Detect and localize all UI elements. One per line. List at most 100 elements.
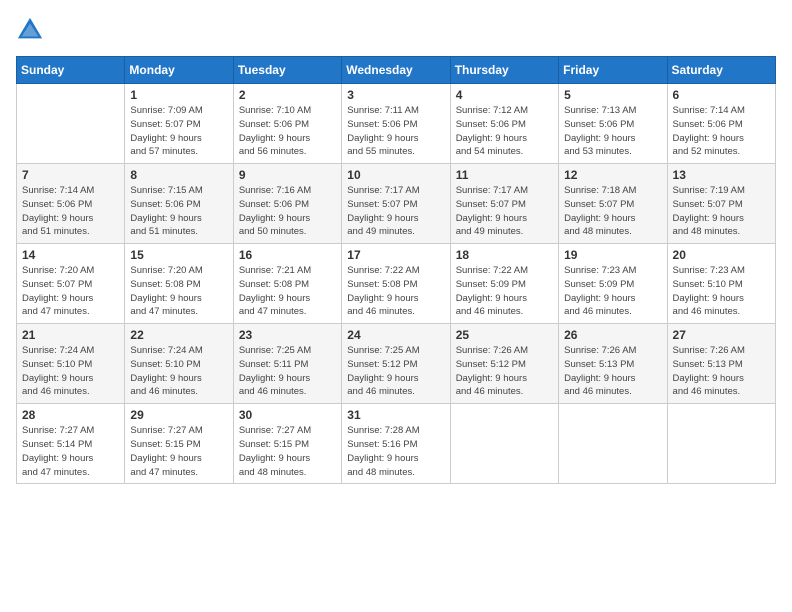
day-number: 18 [456, 248, 553, 262]
header-wednesday: Wednesday [342, 57, 450, 84]
calendar-table: SundayMondayTuesdayWednesdayThursdayFrid… [16, 56, 776, 484]
logo-icon [16, 16, 44, 44]
day-info: Sunrise: 7:23 AMSunset: 5:09 PMDaylight:… [564, 264, 661, 319]
calendar-cell: 10 Sunrise: 7:17 AMSunset: 5:07 PMDayligh… [342, 164, 450, 244]
day-info: Sunrise: 7:17 AMSunset: 5:07 PMDaylight:… [456, 184, 553, 239]
day-info: Sunrise: 7:26 AMSunset: 5:13 PMDaylight:… [564, 344, 661, 399]
day-info: Sunrise: 7:15 AMSunset: 5:06 PMDaylight:… [130, 184, 227, 239]
week-row-5: 28Sunrise: 7:27 AMSunset: 5:14 PMDayligh… [17, 404, 776, 484]
day-number: 21 [22, 328, 119, 342]
day-info: Sunrise: 7:13 AMSunset: 5:06 PMDaylight:… [564, 104, 661, 159]
calendar-cell: 18 Sunrise: 7:22 AMSunset: 5:09 PMDayligh… [450, 244, 558, 324]
header-thursday: Thursday [450, 57, 558, 84]
day-info: Sunrise: 7:14 AMSunset: 5:06 PMDaylight:… [673, 104, 770, 159]
calendar-cell: 9Sunrise: 7:16 AMSunset: 5:06 PMDaylight… [233, 164, 341, 244]
day-info: Sunrise: 7:16 AMSunset: 5:06 PMDaylight:… [239, 184, 336, 239]
week-row-4: 21 Sunrise: 7:24 AMSunset: 5:10 PMDayligh… [17, 324, 776, 404]
calendar-cell: 15 Sunrise: 7:20 AMSunset: 5:08 PMDayligh… [125, 244, 233, 324]
day-number: 13 [673, 168, 770, 182]
day-number: 29 [130, 408, 227, 422]
day-info: Sunrise: 7:09 AMSunset: 5:07 PMDaylight:… [130, 104, 227, 159]
day-number: 23 [239, 328, 336, 342]
calendar-cell: 28Sunrise: 7:27 AMSunset: 5:14 PMDayligh… [17, 404, 125, 484]
day-number: 3 [347, 88, 444, 102]
page-header [16, 16, 776, 44]
day-number: 19 [564, 248, 661, 262]
calendar-cell: 1 Sunrise: 7:09 AMSunset: 5:07 PMDaylight… [125, 84, 233, 164]
calendar-cell: 31 Sunrise: 7:28 AMSunset: 5:16 PMDayligh… [342, 404, 450, 484]
day-info: Sunrise: 7:27 AMSunset: 5:15 PMDaylight:… [239, 424, 336, 479]
header-sunday: Sunday [17, 57, 125, 84]
day-number: 22 [130, 328, 227, 342]
day-number: 25 [456, 328, 553, 342]
day-info: Sunrise: 7:20 AMSunset: 5:07 PMDaylight:… [22, 264, 119, 319]
calendar-cell: 5 Sunrise: 7:13 AMSunset: 5:06 PMDaylight… [559, 84, 667, 164]
calendar-cell: 14 Sunrise: 7:20 AMSunset: 5:07 PMDayligh… [17, 244, 125, 324]
calendar-cell: 4Sunrise: 7:12 AMSunset: 5:06 PMDaylight… [450, 84, 558, 164]
week-row-3: 14 Sunrise: 7:20 AMSunset: 5:07 PMDayligh… [17, 244, 776, 324]
calendar-cell: 19 Sunrise: 7:23 AMSunset: 5:09 PMDayligh… [559, 244, 667, 324]
day-info: Sunrise: 7:23 AMSunset: 5:10 PMDaylight:… [673, 264, 770, 319]
day-number: 7 [22, 168, 119, 182]
calendar-cell: 12 Sunrise: 7:18 AMSunset: 5:07 PMDayligh… [559, 164, 667, 244]
day-info: Sunrise: 7:20 AMSunset: 5:08 PMDaylight:… [130, 264, 227, 319]
calendar-cell [559, 404, 667, 484]
header-tuesday: Tuesday [233, 57, 341, 84]
day-info: Sunrise: 7:18 AMSunset: 5:07 PMDaylight:… [564, 184, 661, 239]
day-number: 2 [239, 88, 336, 102]
header-saturday: Saturday [667, 57, 775, 84]
day-info: Sunrise: 7:24 AMSunset: 5:10 PMDaylight:… [22, 344, 119, 399]
calendar-cell: 3 Sunrise: 7:11 AMSunset: 5:06 PMDaylight… [342, 84, 450, 164]
calendar-cell: 29 Sunrise: 7:27 AMSunset: 5:15 PMDayligh… [125, 404, 233, 484]
calendar-cell: 2 Sunrise: 7:10 AMSunset: 5:06 PMDaylight… [233, 84, 341, 164]
day-number: 12 [564, 168, 661, 182]
day-info: Sunrise: 7:26 AMSunset: 5:12 PMDaylight:… [456, 344, 553, 399]
calendar-cell: 23 Sunrise: 7:25 AMSunset: 5:11 PMDayligh… [233, 324, 341, 404]
day-info: Sunrise: 7:12 AMSunset: 5:06 PMDaylight:… [456, 104, 553, 159]
week-row-2: 7Sunrise: 7:14 AMSunset: 5:06 PMDaylight… [17, 164, 776, 244]
day-info: Sunrise: 7:11 AMSunset: 5:06 PMDaylight:… [347, 104, 444, 159]
day-number: 1 [130, 88, 227, 102]
day-number: 26 [564, 328, 661, 342]
calendar-cell: 30Sunrise: 7:27 AMSunset: 5:15 PMDayligh… [233, 404, 341, 484]
day-number: 17 [347, 248, 444, 262]
calendar-cell: 25 Sunrise: 7:26 AMSunset: 5:12 PMDayligh… [450, 324, 558, 404]
day-info: Sunrise: 7:17 AMSunset: 5:07 PMDaylight:… [347, 184, 444, 239]
day-info: Sunrise: 7:19 AMSunset: 5:07 PMDaylight:… [673, 184, 770, 239]
calendar-cell: 27 Sunrise: 7:26 AMSunset: 5:13 PMDayligh… [667, 324, 775, 404]
day-number: 8 [130, 168, 227, 182]
day-info: Sunrise: 7:24 AMSunset: 5:10 PMDaylight:… [130, 344, 227, 399]
calendar-cell [667, 404, 775, 484]
calendar-header-row: SundayMondayTuesdayWednesdayThursdayFrid… [17, 57, 776, 84]
calendar-cell: 6 Sunrise: 7:14 AMSunset: 5:06 PMDaylight… [667, 84, 775, 164]
day-number: 15 [130, 248, 227, 262]
day-number: 16 [239, 248, 336, 262]
day-info: Sunrise: 7:22 AMSunset: 5:09 PMDaylight:… [456, 264, 553, 319]
calendar-cell: 22 Sunrise: 7:24 AMSunset: 5:10 PMDayligh… [125, 324, 233, 404]
day-info: Sunrise: 7:25 AMSunset: 5:12 PMDaylight:… [347, 344, 444, 399]
calendar-cell: 16 Sunrise: 7:21 AMSunset: 5:08 PMDayligh… [233, 244, 341, 324]
day-info: Sunrise: 7:28 AMSunset: 5:16 PMDaylight:… [347, 424, 444, 479]
calendar-cell: 20 Sunrise: 7:23 AMSunset: 5:10 PMDayligh… [667, 244, 775, 324]
calendar-cell: 8 Sunrise: 7:15 AMSunset: 5:06 PMDaylight… [125, 164, 233, 244]
calendar-cell: 7Sunrise: 7:14 AMSunset: 5:06 PMDaylight… [17, 164, 125, 244]
header-friday: Friday [559, 57, 667, 84]
day-number: 27 [673, 328, 770, 342]
day-info: Sunrise: 7:26 AMSunset: 5:13 PMDaylight:… [673, 344, 770, 399]
day-number: 5 [564, 88, 661, 102]
day-info: Sunrise: 7:25 AMSunset: 5:11 PMDaylight:… [239, 344, 336, 399]
day-number: 6 [673, 88, 770, 102]
day-info: Sunrise: 7:27 AMSunset: 5:15 PMDaylight:… [130, 424, 227, 479]
day-number: 31 [347, 408, 444, 422]
day-info: Sunrise: 7:10 AMSunset: 5:06 PMDaylight:… [239, 104, 336, 159]
calendar-cell: 17 Sunrise: 7:22 AMSunset: 5:08 PMDayligh… [342, 244, 450, 324]
day-number: 20 [673, 248, 770, 262]
day-number: 14 [22, 248, 119, 262]
day-number: 11 [456, 168, 553, 182]
day-number: 10 [347, 168, 444, 182]
calendar-cell [17, 84, 125, 164]
calendar-cell: 11 Sunrise: 7:17 AMSunset: 5:07 PMDayligh… [450, 164, 558, 244]
day-info: Sunrise: 7:21 AMSunset: 5:08 PMDaylight:… [239, 264, 336, 319]
day-number: 28 [22, 408, 119, 422]
day-info: Sunrise: 7:22 AMSunset: 5:08 PMDaylight:… [347, 264, 444, 319]
